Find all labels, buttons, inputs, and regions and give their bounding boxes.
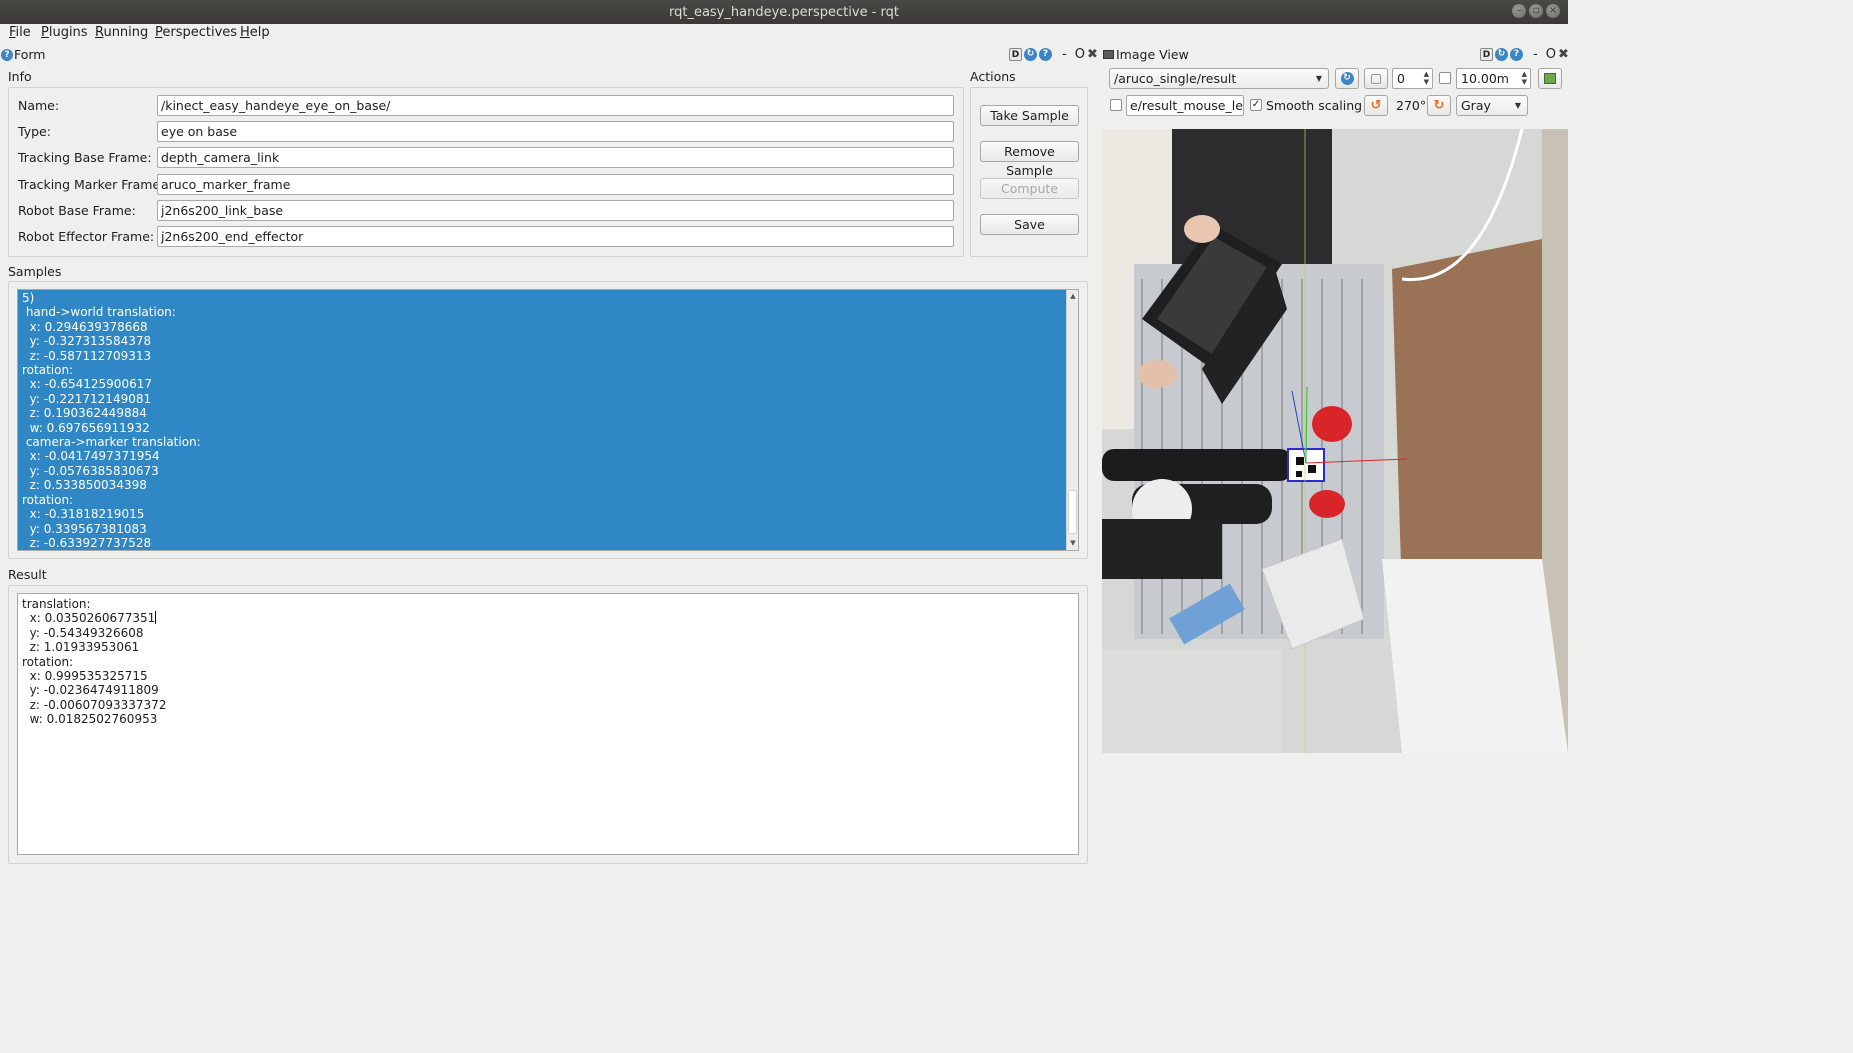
topic-select-value: /aruco_single/result (1114, 71, 1237, 86)
refresh-icon: ↻ (1340, 72, 1354, 85)
type-label: Type: (18, 124, 51, 139)
menu-running[interactable]: Running (95, 25, 148, 40)
camera-image[interactable] (1102, 129, 1568, 753)
text-cursor (155, 611, 157, 625)
samples-scrollbar[interactable]: ▲ ▼ (1066, 290, 1078, 550)
save-button[interactable]: Save (980, 214, 1079, 235)
close-dock-icon[interactable]: ✖ (1087, 47, 1098, 62)
color-scheme-value: Gray (1461, 98, 1491, 113)
dock-d-button[interactable]: D (1009, 48, 1022, 61)
spin-box[interactable]: 0 ▲ ▼ (1392, 68, 1433, 89)
spin-arrows-icon[interactable]: ▲ ▼ (1424, 70, 1429, 86)
actions-group-label: Actions (970, 69, 1016, 84)
spin-arrows-icon[interactable]: ▲ ▼ (1522, 70, 1527, 86)
undock-button[interactable]: O (1546, 47, 1556, 62)
spin-box-value: 0 (1397, 71, 1405, 86)
reload-icon[interactable]: ↻ (1495, 48, 1508, 61)
close-dock-icon[interactable]: ✖ (1558, 47, 1569, 62)
dynamic-range-checkbox[interactable] (1439, 72, 1451, 84)
form-dock-title: Form (14, 47, 46, 62)
samples-group-label: Samples (8, 264, 62, 279)
rotate-right-button[interactable]: ↻ (1427, 95, 1451, 116)
menu-file[interactable]: File (9, 25, 31, 40)
tracking-marker-frame-label: Tracking Marker Frame: (18, 177, 165, 192)
mouse-topic-field[interactable]: e/result_mouse_left (1126, 95, 1244, 116)
tracking-base-frame-label: Tracking Base Frame: (18, 150, 152, 165)
image-icon (1544, 73, 1556, 84)
type-field[interactable]: eye on base (157, 121, 954, 142)
mouse-publish-checkbox[interactable] (1110, 99, 1122, 111)
close-icon[interactable]: × (1546, 4, 1560, 18)
chevron-down-icon: ▼ (1514, 101, 1521, 110)
result-text-rest: y: -0.54349326608 z: 1.01933953061 rotat… (22, 625, 167, 727)
form-dock-header: ? Form (1, 47, 46, 62)
smooth-scaling-label: Smooth scaling (1266, 98, 1363, 113)
max-range-spin-box[interactable]: 10.00m ▲ ▼ (1456, 68, 1531, 89)
form-dock-buttons: D ↻ ? - O ✖ (1009, 47, 1098, 62)
minimize-dock-button[interactable]: - (1533, 47, 1538, 62)
result-text-area[interactable]: translation: x: 0.0350260677351 y: -0.54… (17, 593, 1079, 855)
menu-bar: File Plugins Running Perspectives Help (0, 24, 1568, 43)
scrollbar-thumb[interactable] (1068, 490, 1077, 534)
robot-effector-frame-field[interactable]: j2n6s200_end_effector (157, 226, 954, 247)
scroll-up-icon[interactable]: ▲ (1068, 292, 1078, 300)
minimize-icon[interactable]: – (1512, 4, 1526, 18)
rotate-left-button[interactable]: ↺ (1364, 95, 1388, 116)
remove-sample-button[interactable]: Remove Sample (980, 141, 1079, 178)
window-controls: – ▫ × (1512, 4, 1560, 18)
menu-plugins[interactable]: Plugins (41, 25, 88, 40)
undock-button[interactable]: O (1075, 47, 1085, 62)
refresh-topics-button[interactable]: ↻ (1335, 68, 1359, 89)
image-dock-buttons: D ↻ ? - O ✖ (1480, 47, 1569, 62)
result-text-start: translation: x: 0.0350260677351 (22, 597, 156, 626)
rotation-label: 270° (1396, 98, 1427, 113)
name-field[interactable]: /kinect_easy_handeye_eye_on_base/ (157, 95, 954, 116)
samples-list[interactable]: 5) hand->world translation: x: 0.2946393… (17, 289, 1079, 551)
compute-button[interactable]: Compute (980, 178, 1079, 199)
chevron-down-icon: ▼ (1315, 74, 1322, 83)
rotate-right-icon: ↻ (1433, 98, 1445, 113)
menu-perspectives[interactable]: Perspectives (155, 25, 237, 40)
robot-effector-frame-label: Robot Effector Frame: (18, 229, 155, 244)
monitor-icon (1103, 50, 1114, 59)
save-image-button[interactable] (1538, 68, 1562, 89)
robot-base-frame-field[interactable]: j2n6s200_link_base (157, 200, 954, 221)
tracking-base-frame-field[interactable]: depth_camera_link (157, 147, 954, 168)
help-icon[interactable]: ? (1039, 48, 1052, 61)
tracking-marker-frame-field[interactable]: aruco_marker_frame (157, 174, 954, 195)
info-group-label: Info (8, 69, 32, 84)
take-sample-button[interactable]: Take Sample (980, 105, 1079, 126)
menu-help[interactable]: Help (240, 25, 270, 40)
window-title: rqt_easy_handeye.perspective - rqt (668, 4, 899, 20)
help-icon[interactable]: ? (1, 48, 13, 61)
help-icon[interactable]: ? (1510, 48, 1523, 61)
maximize-icon[interactable]: ▫ (1529, 4, 1543, 18)
samples-selected-item[interactable]: 5) hand->world translation: x: 0.2946393… (18, 290, 1066, 550)
topic-select[interactable]: /aruco_single/result ▼ (1109, 68, 1329, 89)
color-scheme-select[interactable]: Gray ▼ (1456, 95, 1528, 116)
dock-d-button[interactable]: D (1480, 48, 1493, 61)
image-dock-header: Image View (1103, 47, 1189, 62)
robot-base-frame-label: Robot Base Frame: (18, 203, 136, 218)
reload-icon[interactable]: ↻ (1024, 48, 1037, 61)
zoom-icon (1371, 73, 1381, 84)
minimize-dock-button[interactable]: - (1062, 47, 1067, 62)
name-label: Name: (18, 98, 60, 113)
smooth-scaling-checkbox[interactable]: ✓ (1250, 99, 1262, 111)
rotate-left-icon: ↺ (1370, 98, 1382, 113)
scroll-down-icon[interactable]: ▼ (1068, 539, 1078, 547)
image-dock-title: Image View (1116, 47, 1189, 62)
result-group-label: Result (8, 567, 47, 582)
window-title-bar: rqt_easy_handeye.perspective - rqt (0, 0, 1568, 24)
max-range-value: 10.00m (1461, 71, 1509, 86)
zoom-one-button[interactable] (1364, 68, 1388, 89)
